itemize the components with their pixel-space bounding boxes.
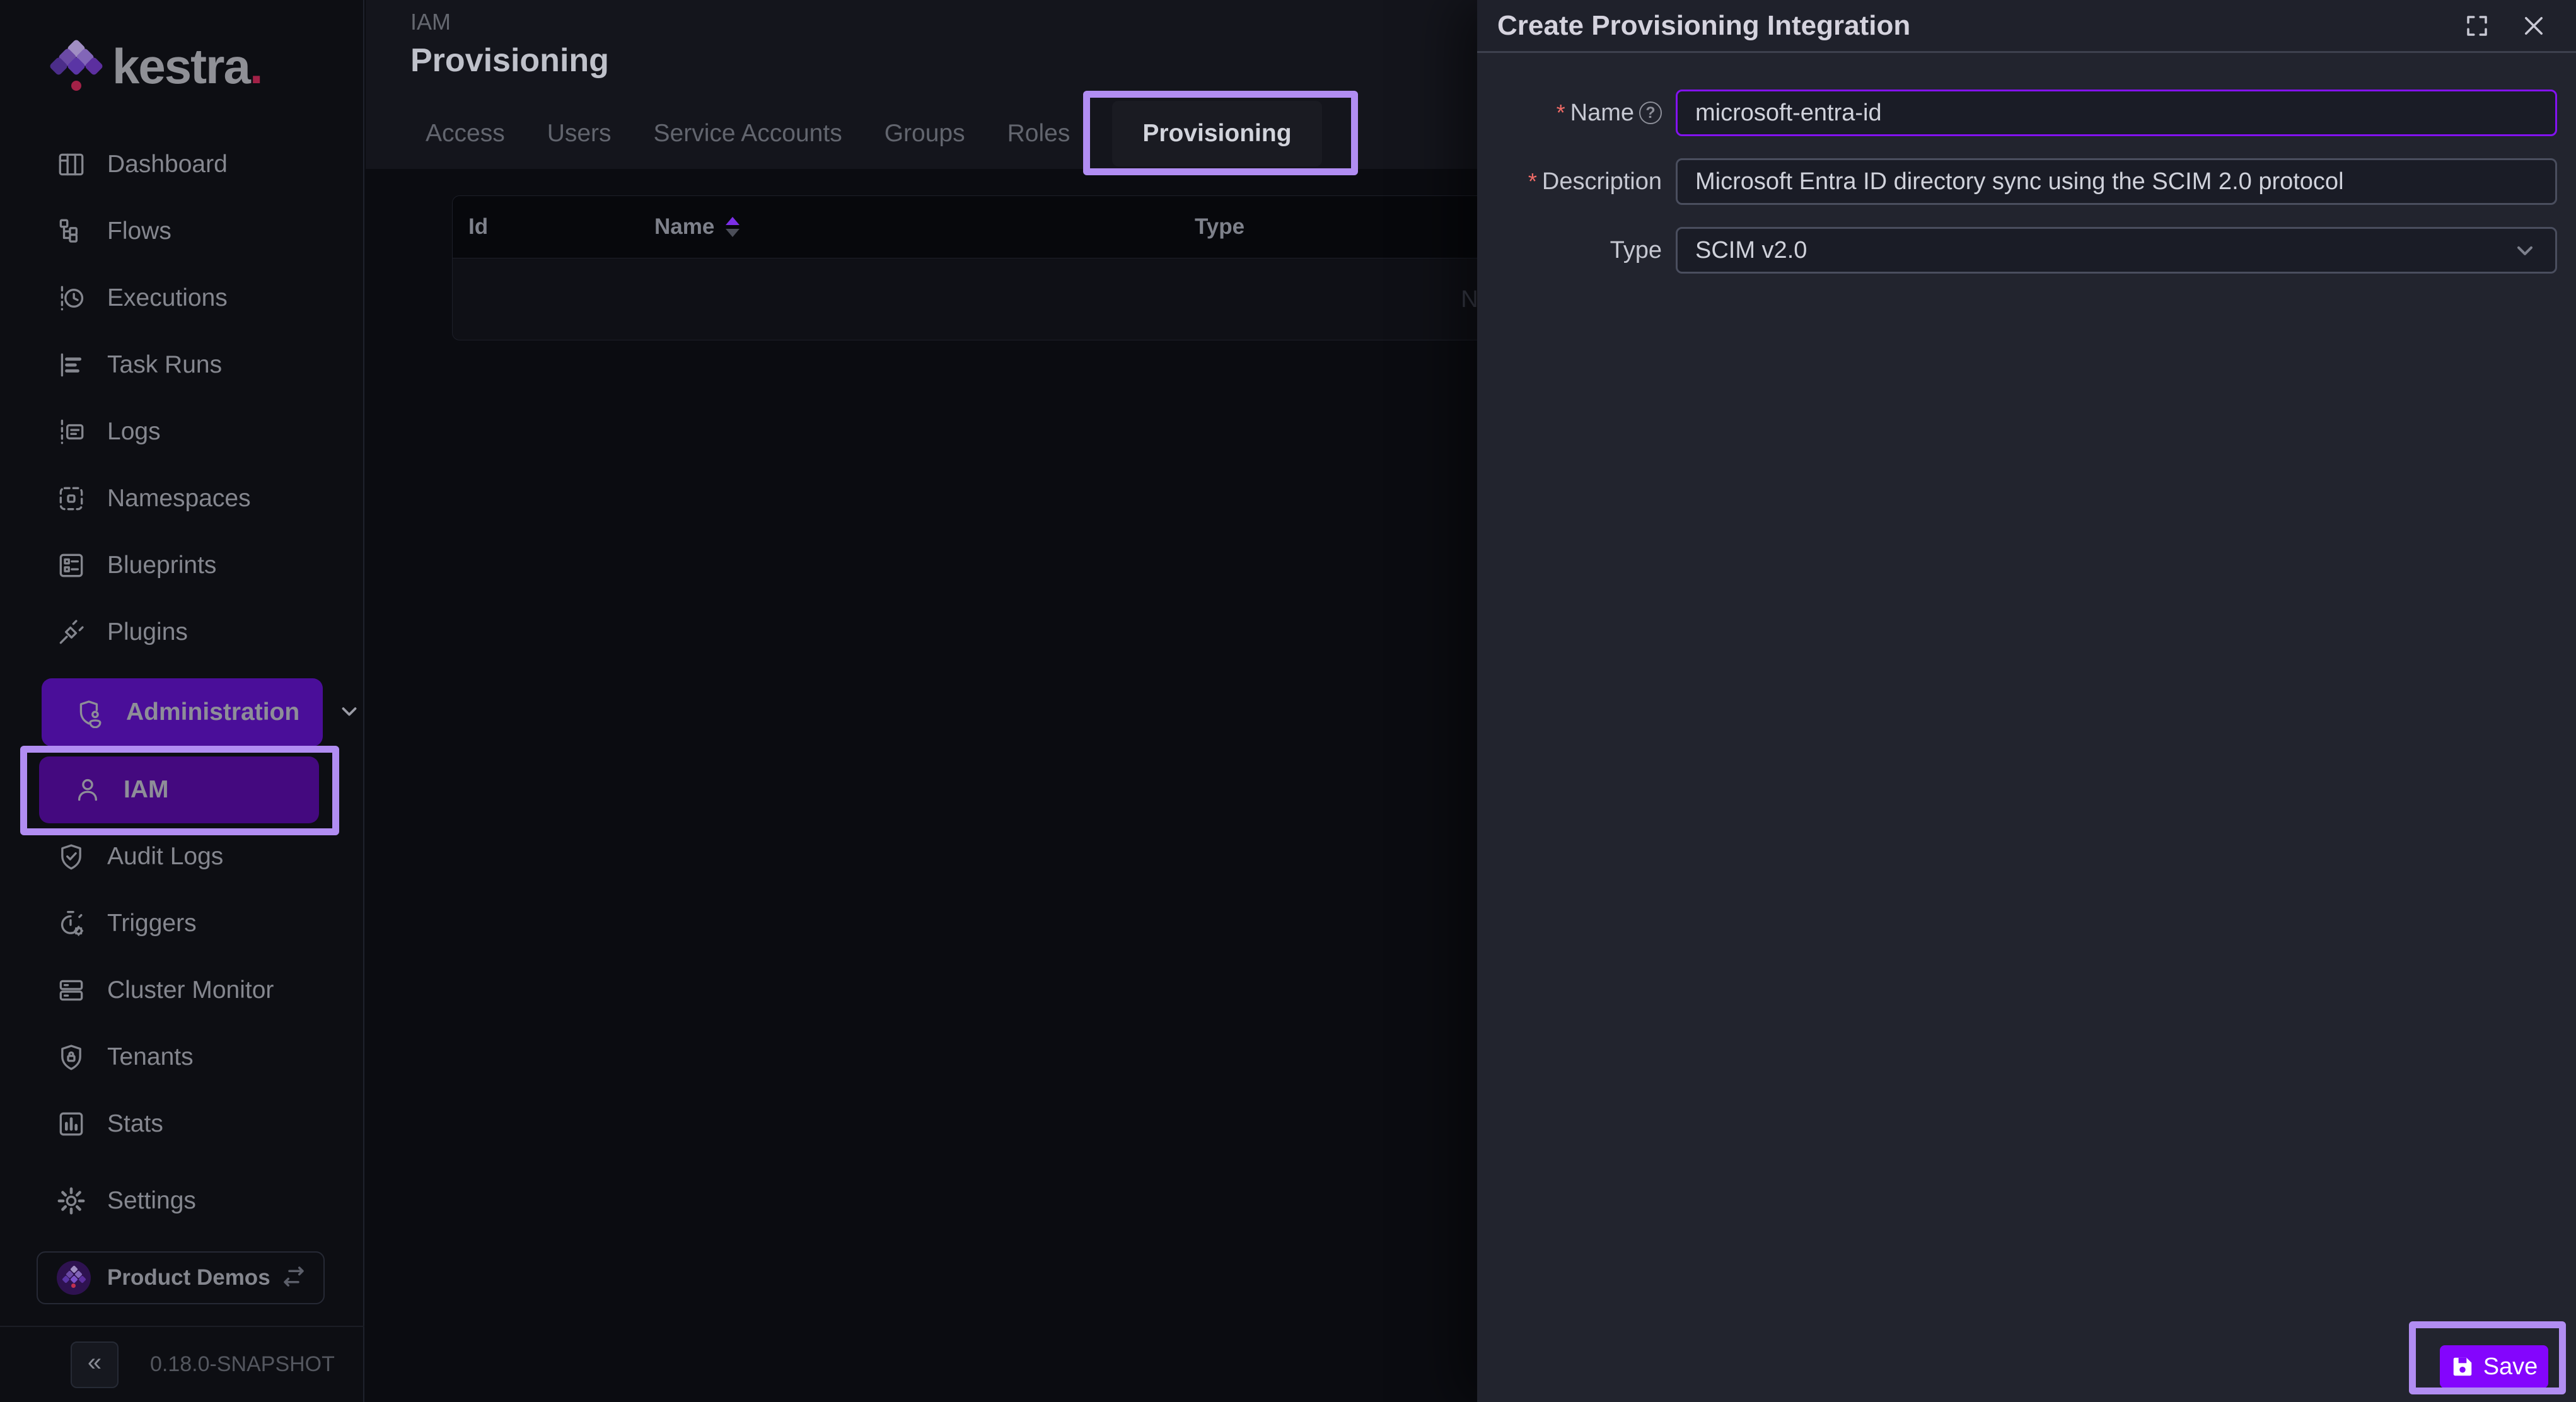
description-field-label: * Description (1477, 168, 1676, 195)
audit-logs-shield-check-icon (55, 841, 87, 872)
chevron-down-icon (337, 699, 361, 726)
sidebar-item-label: Logs (107, 418, 161, 446)
sidebar-item-settings[interactable]: Settings (0, 1167, 364, 1234)
field-row-name: * Name ? (1477, 90, 2557, 136)
drawer-title: Create Provisioning Integration (1497, 10, 2435, 42)
sidebar-nav: Dashboard Flows Executions Task Runs Log… (0, 131, 364, 1234)
sidebar-item-label: Tenants (107, 1043, 194, 1071)
sidebar-item-label: Settings (107, 1187, 196, 1215)
kestra-logo[interactable]: kestra. (52, 42, 262, 91)
column-header-id[interactable]: Id (468, 214, 488, 240)
kestra-logo-text: kestra. (112, 42, 262, 91)
sidebar-item-label: Cluster Monitor (107, 976, 274, 1004)
namespaces-icon (55, 483, 87, 514)
type-field-label: Type (1477, 237, 1676, 264)
name-input[interactable] (1676, 90, 2557, 136)
sidebar-item-task-runs[interactable]: Task Runs (0, 332, 364, 398)
drawer-footer: Save (2440, 1345, 2548, 1388)
sidebar-item-blueprints[interactable]: Blueprints (0, 532, 364, 599)
collapse-sidebar-button[interactable]: « (71, 1341, 119, 1388)
kestra-logo-icon (52, 42, 101, 91)
sidebar-item-label: Flows (107, 217, 171, 245)
tab-provisioning-wrap: Provisioning (1112, 101, 1321, 166)
tab-provisioning[interactable]: Provisioning (1112, 101, 1321, 166)
sidebar-item-label: Blueprints (107, 552, 216, 579)
settings-gear-icon (55, 1185, 87, 1217)
workspace-switcher[interactable]: Product Demos (37, 1251, 325, 1304)
column-header-type[interactable]: Type (1195, 214, 1244, 240)
fullscreen-icon[interactable] (2463, 11, 2492, 40)
column-header-name[interactable]: Name (654, 214, 740, 240)
sidebar-item-label: IAM (124, 776, 169, 804)
sidebar-item-namespaces[interactable]: Namespaces (0, 465, 364, 532)
plugins-icon (55, 617, 87, 648)
required-marker: * (1557, 100, 1565, 126)
tab-access[interactable]: Access (426, 120, 505, 148)
sidebar-footer: « 0.18.0-SNAPSHOT (0, 1326, 364, 1402)
tenants-shield-lock-icon (55, 1041, 87, 1073)
name-field-label: * Name ? (1477, 100, 1676, 127)
sidebar-item-label: Dashboard (107, 151, 228, 178)
workspace-label: Product Demos (107, 1265, 281, 1290)
sidebar-item-tenants[interactable]: Tenants (0, 1024, 364, 1091)
sidebar-item-flows[interactable]: Flows (0, 198, 364, 265)
sidebar-item-label: Triggers (107, 910, 197, 937)
save-button[interactable]: Save (2440, 1345, 2548, 1388)
sidebar-item-executions[interactable]: Executions (0, 265, 364, 332)
sidebar-item-audit-logs[interactable]: Audit Logs (0, 823, 364, 890)
type-select[interactable]: SCIM v2.0 (1676, 227, 2557, 274)
sidebar-item-administration[interactable]: Administration (42, 678, 323, 746)
save-disk-icon (2451, 1355, 2474, 1379)
type-select-value: SCIM v2.0 (1695, 237, 1807, 264)
switch-workspace-icon (281, 1263, 307, 1293)
iam-user-icon (72, 774, 103, 806)
workspace-avatar (57, 1261, 91, 1295)
drawer-header: Create Provisioning Integration (1477, 0, 2576, 53)
triggers-timer-icon (55, 908, 87, 939)
stats-chart-icon (55, 1108, 87, 1140)
close-icon[interactable] (2519, 11, 2548, 40)
field-row-type: Type SCIM v2.0 (1477, 227, 2557, 274)
tab-service-accounts[interactable]: Service Accounts (654, 120, 842, 148)
sidebar-item-iam-wrap: IAM (0, 756, 364, 823)
tab-users[interactable]: Users (547, 120, 612, 148)
dashboard-icon (55, 149, 87, 180)
sidebar: kestra. Dashboard Flows Executions Task … (0, 0, 364, 1402)
sidebar-item-iam[interactable]: IAM (39, 756, 319, 823)
sort-icon[interactable] (726, 217, 740, 237)
sidebar-item-plugins[interactable]: Plugins (0, 599, 364, 666)
kestra-app: kestra. Dashboard Flows Executions Task … (0, 0, 2576, 1402)
description-input[interactable] (1676, 158, 2557, 205)
blueprints-icon (55, 550, 87, 581)
task-runs-icon (55, 349, 87, 381)
field-row-description: * Description (1477, 158, 2557, 205)
administration-shield-icon (74, 697, 106, 728)
sidebar-item-label: Stats (107, 1110, 163, 1138)
logs-icon (55, 416, 87, 448)
create-provisioning-drawer: Create Provisioning Integration * Name ?… (1477, 0, 2576, 1402)
cluster-monitor-server-icon (55, 975, 87, 1006)
tab-roles[interactable]: Roles (1007, 120, 1070, 148)
sidebar-item-label: Administration (126, 698, 299, 726)
chevron-down-icon (2512, 238, 2538, 263)
executions-icon (55, 282, 87, 314)
flows-icon (55, 216, 87, 247)
sidebar-item-label: Audit Logs (107, 843, 223, 871)
version-label: 0.18.0-SNAPSHOT (150, 1352, 335, 1377)
sidebar-item-label: Namespaces (107, 485, 251, 513)
sidebar-item-stats[interactable]: Stats (0, 1091, 364, 1157)
sidebar-item-label: Plugins (107, 618, 188, 646)
sidebar-item-label: Executions (107, 284, 228, 312)
sidebar-item-cluster-monitor[interactable]: Cluster Monitor (0, 957, 364, 1024)
sidebar-item-label: Task Runs (107, 351, 222, 379)
drawer-form: * Name ? * Description Type SCIM v2.0 (1477, 53, 2576, 274)
sidebar-item-logs[interactable]: Logs (0, 398, 364, 465)
sidebar-item-triggers[interactable]: Triggers (0, 890, 364, 957)
help-icon[interactable]: ? (1639, 101, 1662, 124)
required-marker: * (1528, 168, 1537, 195)
sidebar-item-dashboard[interactable]: Dashboard (0, 131, 364, 198)
tab-groups[interactable]: Groups (885, 120, 965, 148)
